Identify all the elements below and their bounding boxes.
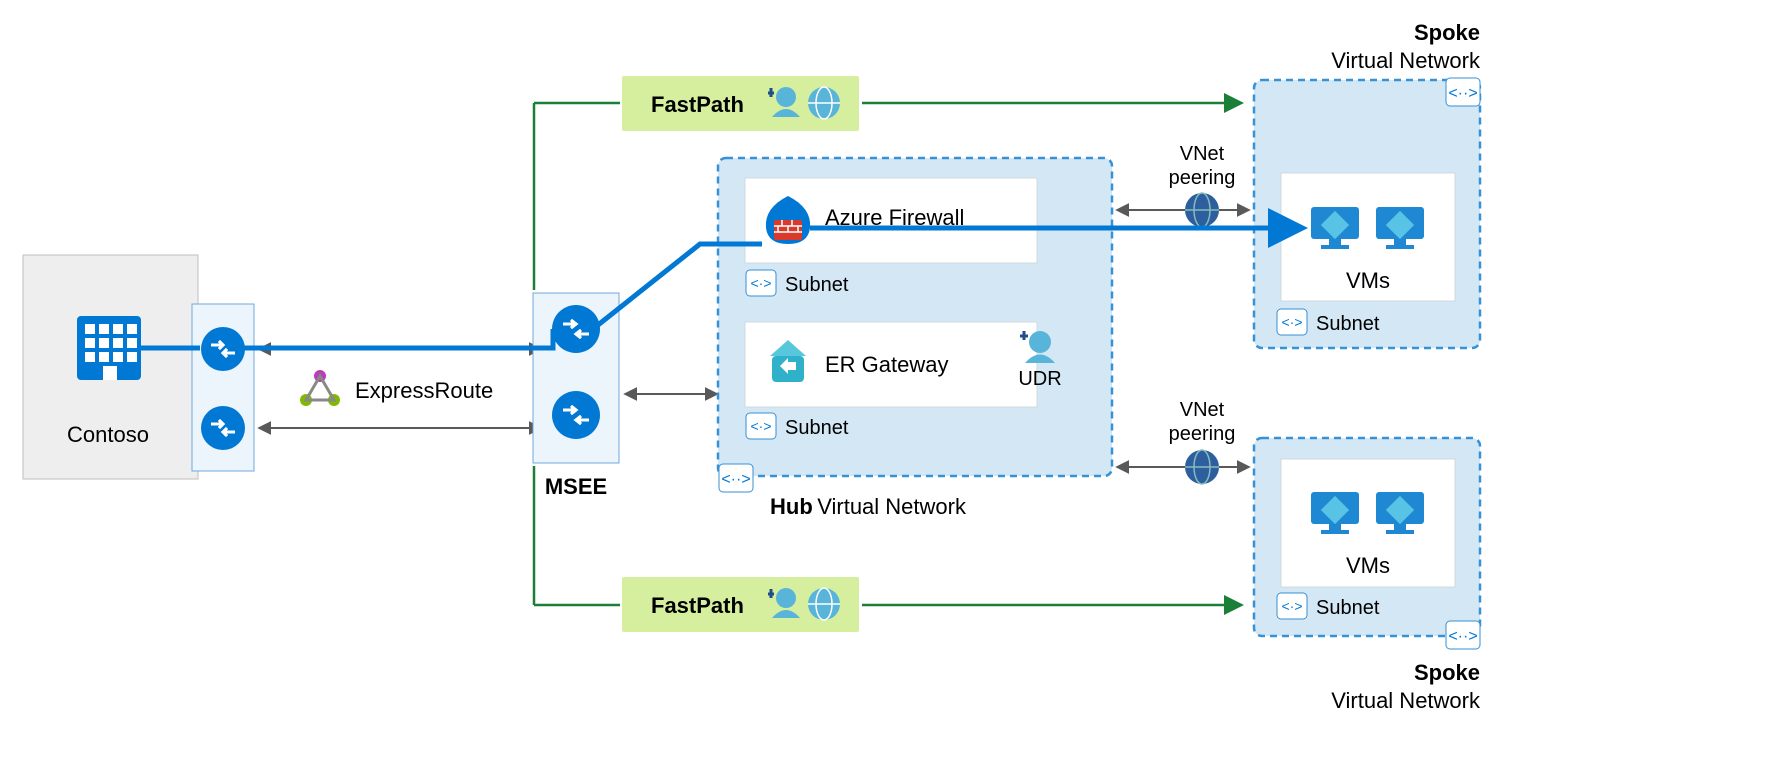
svg-text:<··>: <··> [721,471,750,488]
svg-text:peering: peering [1169,167,1236,189]
hub-vnet: <··> Hub Virtual Network Azure Firewall … [718,158,1112,519]
svg-text:Spoke: Spoke [1414,20,1480,45]
subnet-icon: <·> [746,270,776,296]
fastpath-label: FastPath [651,92,744,117]
subnet-label: Subnet [1316,313,1380,335]
msee-label: MSEE [545,474,607,499]
peering-icon [1185,193,1219,227]
vnet-icon: <··> [1446,78,1480,106]
vnet-icon: <··> [719,464,753,492]
svg-text:peering: peering [1169,423,1236,445]
svg-text:VNet: VNet [1180,143,1225,165]
expressroute-icon [300,370,340,406]
udr-label: UDR [1018,368,1061,390]
router-icon [201,406,245,450]
contoso-label: Contoso [67,422,149,447]
gateway-label: ER Gateway [825,352,949,377]
vms-label: VMs [1346,553,1390,578]
svg-text:VNet: VNet [1180,399,1225,421]
peering-top: VNet peering [1118,143,1248,227]
globe-icon [808,588,840,620]
fastpath-badge-bottom: FastPath [622,577,859,632]
svg-text:<·>: <·> [1281,598,1302,614]
svg-text:Virtual Network: Virtual Network [1331,688,1481,713]
local-routers [192,304,254,471]
svg-text:<··>: <··> [1448,628,1477,645]
svg-text:<·>: <·> [750,275,771,291]
msee-box: MSEE [533,293,619,499]
svg-text:<·>: <·> [1281,314,1302,330]
peering-bottom: VNet peering [1118,399,1248,484]
expressroute-label: ExpressRoute [355,378,493,403]
spoke-1: Spoke Virtual Network <··> VMs <·> Subne… [1254,20,1481,348]
subnet-label: Subnet [785,274,849,296]
traffic-path [244,329,553,348]
globe-icon [808,87,840,119]
hub-title: Hub Virtual Network [770,494,967,519]
spoke-2: VMs <·> Subnet <··> Spoke Virtual Networ… [1254,438,1481,713]
svg-text:<·>: <·> [750,418,771,434]
peering-icon [1185,450,1219,484]
building-icon [77,316,141,380]
contoso-box: Contoso [23,255,198,479]
subnet-icon: <·> [1277,309,1307,335]
fastpath-label: FastPath [651,593,744,618]
router-icon [552,391,600,439]
svg-text:<··>: <··> [1448,85,1477,102]
fastpath-badge-top: FastPath [622,76,859,131]
router-icon [201,327,245,371]
subnet-icon: <·> [746,413,776,439]
vms-label: VMs [1346,268,1390,293]
router-icon [552,305,600,353]
svg-text:Virtual Network: Virtual Network [1331,48,1481,73]
subnet-label: Subnet [1316,597,1380,619]
vnet-icon: <··> [1446,621,1480,649]
subnet-icon: <·> [1277,593,1307,619]
subnet-label: Subnet [785,417,849,439]
svg-text:Spoke: Spoke [1414,660,1480,685]
